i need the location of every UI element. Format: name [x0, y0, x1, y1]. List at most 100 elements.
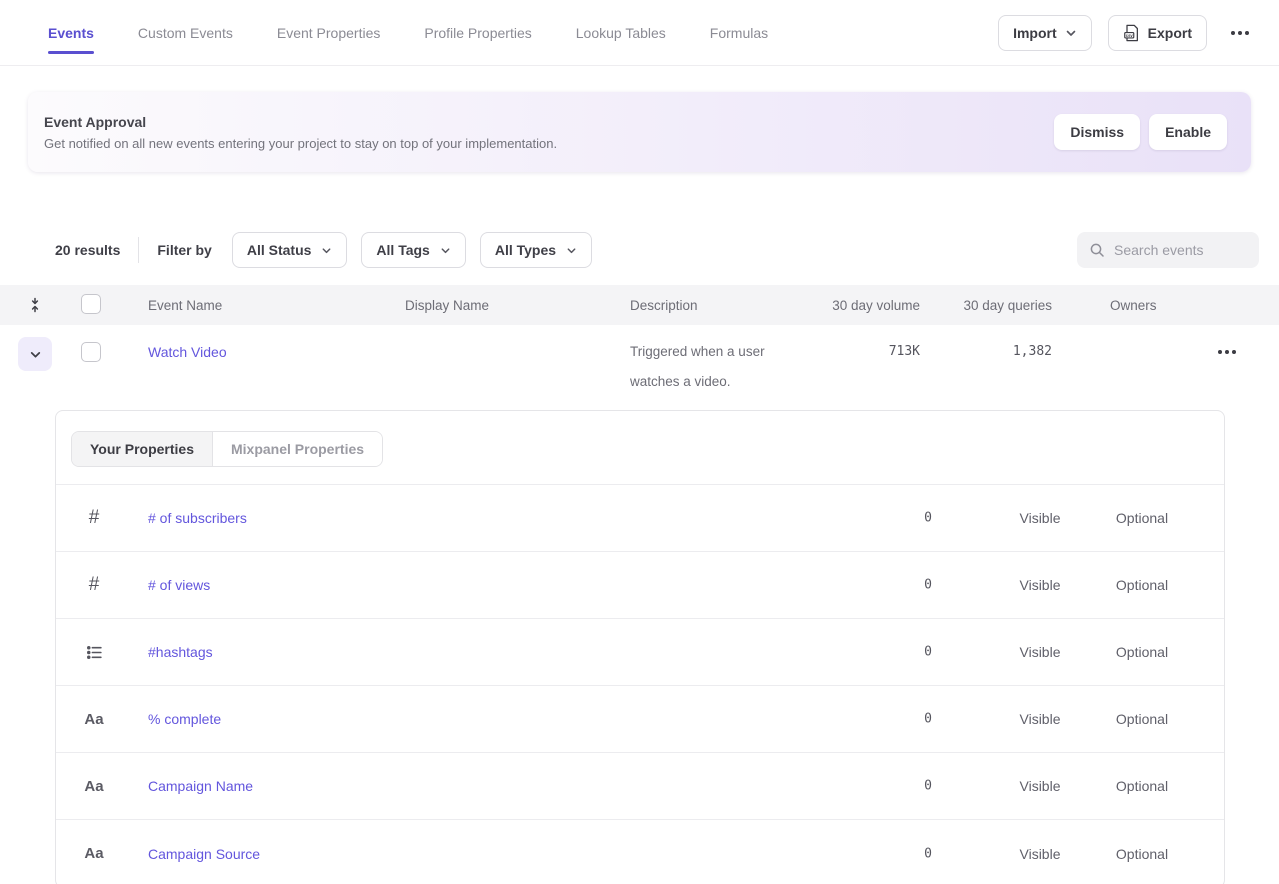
- chevron-down-icon: [321, 245, 332, 256]
- search-input[interactable]: [1114, 242, 1247, 258]
- collapse-all-icon: [27, 297, 43, 313]
- tab-label: Event Properties: [277, 25, 381, 41]
- enable-button[interactable]: Enable: [1149, 114, 1227, 150]
- more-options-icon: [1231, 31, 1249, 35]
- chevron-down-icon: [440, 245, 451, 256]
- property-count: 0: [924, 712, 932, 727]
- tab-label: Formulas: [710, 25, 768, 41]
- property-requirement: Optional: [1092, 644, 1192, 660]
- banner-description: Get notified on all new events entering …: [44, 136, 557, 151]
- description-line: watches a video.: [630, 367, 820, 397]
- tab-label: Profile Properties: [424, 25, 531, 41]
- volume-value: 713K: [820, 325, 920, 367]
- property-visibility: Visible: [990, 846, 1090, 862]
- collapse-row-button[interactable]: [18, 337, 52, 371]
- banner-text: Event Approval Get notified on all new e…: [44, 114, 557, 151]
- property-count: 0: [924, 511, 932, 526]
- text-type-icon: Aa: [84, 711, 104, 728]
- properties-panel: Your Properties Mixpanel Properties # # …: [55, 410, 1225, 884]
- tab-lookup-tables[interactable]: Lookup Tables: [576, 0, 666, 65]
- search-box: [1077, 232, 1259, 268]
- row-checkbox[interactable]: [81, 342, 101, 362]
- description-line: Triggered when a user: [630, 337, 820, 367]
- event-approval-banner: Event Approval Get notified on all new e…: [28, 92, 1251, 172]
- property-row: # # of subscribers 0 Visible Optional: [56, 485, 1224, 552]
- property-visibility: Visible: [990, 778, 1090, 794]
- property-name-link[interactable]: Campaign Source: [148, 846, 260, 862]
- description-cell: Triggered when a user watches a video.: [630, 325, 820, 397]
- text-type-icon: Aa: [84, 845, 104, 862]
- queries-value: 1,382: [920, 325, 1052, 367]
- property-row: # # of views 0 Visible Optional: [56, 552, 1224, 619]
- chevron-down-icon: [29, 348, 42, 361]
- properties-tab-group: Your Properties Mixpanel Properties: [71, 431, 383, 467]
- property-visibility: Visible: [990, 644, 1090, 660]
- header-volume: 30 day volume: [820, 298, 920, 313]
- header-owners: Owners: [1052, 298, 1190, 313]
- active-tab-underline: [48, 51, 94, 54]
- row-more-options-button[interactable]: [1218, 337, 1236, 367]
- filter-bar: 20 results Filter by All Status All Tags…: [55, 232, 1259, 268]
- property-count: 0: [924, 578, 932, 593]
- dismiss-button[interactable]: Dismiss: [1054, 114, 1140, 150]
- number-type-icon: #: [84, 574, 104, 596]
- tab-custom-events[interactable]: Custom Events: [138, 0, 233, 65]
- more-options-button[interactable]: [1225, 27, 1255, 39]
- tab-label: Lookup Tables: [576, 25, 666, 41]
- export-button[interactable]: csv Export: [1108, 15, 1207, 51]
- property-count: 0: [924, 846, 932, 861]
- property-requirement: Optional: [1092, 778, 1192, 794]
- filter-by-label: Filter by: [157, 242, 211, 258]
- property-name-link[interactable]: #hashtags: [148, 644, 213, 660]
- tab-events[interactable]: Events: [48, 0, 94, 65]
- header-queries: 30 day queries: [920, 298, 1052, 313]
- tab-profile-properties[interactable]: Profile Properties: [424, 0, 531, 65]
- export-label: Export: [1148, 25, 1192, 41]
- top-navigation: Events Custom Events Event Properties Pr…: [0, 0, 1279, 66]
- import-label: Import: [1013, 25, 1057, 41]
- property-name-link[interactable]: # of views: [148, 577, 210, 593]
- property-row: Aa Campaign Name 0 Visible Optional: [56, 753, 1224, 820]
- svg-text:csv: csv: [1125, 32, 1133, 37]
- search-icon: [1089, 242, 1105, 258]
- property-row: #hashtags 0 Visible Optional: [56, 619, 1224, 686]
- property-requirement: Optional: [1092, 711, 1192, 727]
- property-count: 0: [924, 645, 932, 660]
- tags-filter-value: All Tags: [376, 242, 429, 258]
- results-count: 20 results: [55, 242, 120, 258]
- chevron-down-icon: [566, 245, 577, 256]
- list-type-icon: [84, 644, 104, 661]
- collapse-all-button[interactable]: [0, 297, 63, 313]
- status-filter-dropdown[interactable]: All Status: [232, 232, 348, 268]
- owners-cell: [1052, 325, 1190, 337]
- header-display-name: Display Name: [405, 298, 630, 313]
- property-name-link[interactable]: # of subscribers: [148, 510, 247, 526]
- select-all-checkbox[interactable]: [81, 294, 101, 314]
- event-table-row: Watch Video Triggered when a user watche…: [0, 325, 1279, 397]
- property-requirement: Optional: [1092, 577, 1192, 593]
- types-filter-dropdown[interactable]: All Types: [480, 232, 592, 268]
- header-event-name: Event Name: [148, 298, 405, 313]
- import-button[interactable]: Import: [998, 15, 1092, 51]
- banner-actions: Dismiss Enable: [1054, 114, 1227, 150]
- tab-formulas[interactable]: Formulas: [710, 0, 768, 65]
- tab-event-properties[interactable]: Event Properties: [277, 0, 381, 65]
- tags-filter-dropdown[interactable]: All Tags: [361, 232, 465, 268]
- property-row: Aa % complete 0 Visible Optional: [56, 686, 1224, 753]
- property-row: Aa Campaign Source 0 Visible Optional: [56, 820, 1224, 884]
- banner-title: Event Approval: [44, 114, 557, 130]
- property-count: 0: [924, 779, 932, 794]
- property-name-link[interactable]: Campaign Name: [148, 778, 253, 794]
- property-visibility: Visible: [990, 577, 1090, 593]
- property-visibility: Visible: [990, 711, 1090, 727]
- more-options-icon: [1218, 350, 1236, 354]
- header-description: Description: [630, 298, 820, 313]
- event-name-link[interactable]: Watch Video: [148, 344, 227, 360]
- tab-label: Events: [48, 25, 94, 41]
- property-name-link[interactable]: % complete: [148, 711, 221, 727]
- tab-your-properties[interactable]: Your Properties: [72, 432, 212, 466]
- nav-actions: Import csv Export: [998, 15, 1255, 51]
- tab-mixpanel-properties[interactable]: Mixpanel Properties: [212, 432, 382, 466]
- table-header: Event Name Display Name Description 30 d…: [0, 285, 1279, 325]
- csv-file-icon: csv: [1123, 24, 1140, 42]
